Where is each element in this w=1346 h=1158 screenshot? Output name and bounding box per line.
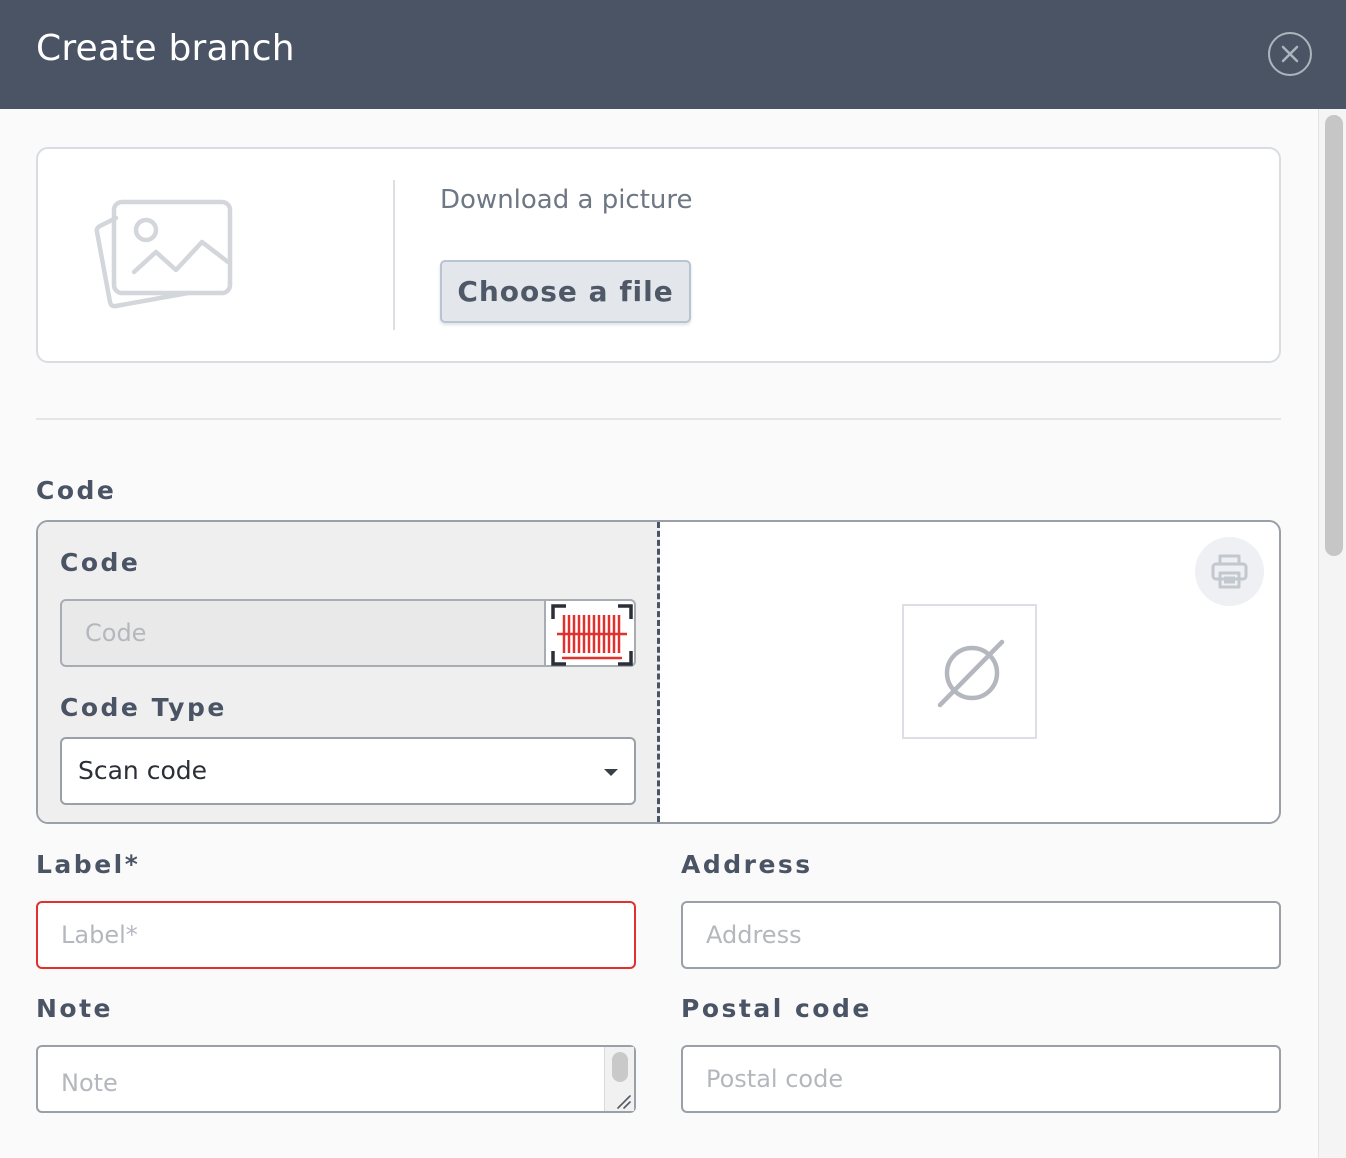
note-scrollbar-thumb[interactable] <box>612 1052 628 1082</box>
dialog-header: Create branch <box>0 0 1346 109</box>
note-field-label: Note <box>36 994 114 1023</box>
choose-file-button[interactable]: Choose a file <box>440 260 691 323</box>
label-input[interactable] <box>36 901 636 969</box>
postal-code-field-label: Postal code <box>681 994 872 1023</box>
code-type-select[interactable]: Scan code <box>60 737 636 805</box>
address-input[interactable] <box>681 901 1281 969</box>
code-type-label: Code Type <box>60 693 227 722</box>
close-button[interactable] <box>1268 32 1312 76</box>
image-placeholder-icon <box>92 196 237 318</box>
code-field-label: Code <box>60 548 141 577</box>
close-circle-icon <box>1281 45 1299 63</box>
note-textarea[interactable] <box>36 1045 636 1113</box>
empty-set-icon <box>937 639 1005 708</box>
print-barcode-button[interactable] <box>1195 537 1264 606</box>
barcode-preview <box>902 604 1037 739</box>
postal-code-input[interactable] <box>681 1045 1281 1113</box>
upload-hint: Download a picture <box>440 185 693 215</box>
street-field-label-partial <box>36 1150 176 1158</box>
section-divider <box>36 418 1281 420</box>
dialog-title: Create branch <box>36 28 295 69</box>
code-section-heading: Code <box>36 476 117 505</box>
upload-divider <box>393 180 395 330</box>
barcode-scan-icon <box>551 604 633 666</box>
address-field-label: Address <box>681 850 813 879</box>
chevron-down-icon <box>604 769 618 776</box>
code-type-value: Scan code <box>78 756 208 785</box>
printer-icon <box>1211 554 1248 589</box>
scan-barcode-button[interactable] <box>544 599 636 667</box>
label-field-label: Label* <box>36 850 141 879</box>
city-field-label-partial <box>681 1150 821 1158</box>
resize-grip-icon[interactable] <box>616 1094 632 1110</box>
dialog-scrollbar-thumb[interactable] <box>1325 115 1343 556</box>
